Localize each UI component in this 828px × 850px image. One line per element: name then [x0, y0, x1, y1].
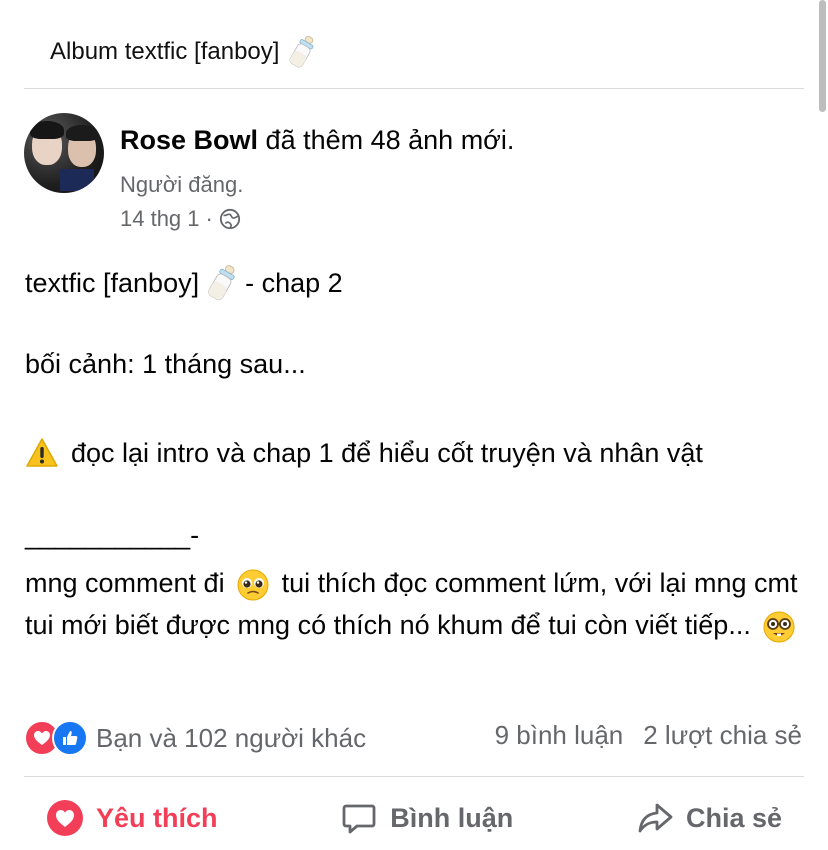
warning-icon — [26, 438, 58, 467]
baby-bottle-icon — [208, 265, 235, 301]
post-warning: đọc lại intro và chap 1 để hiểu cốt truy… — [71, 438, 703, 468]
comment-label: Bình luận — [390, 802, 514, 833]
separator-dot: · — [205, 206, 213, 231]
timestamp[interactable]: 14 thg 1 — [120, 206, 200, 232]
album-header[interactable]: Album textfic [fanboy] — [50, 34, 315, 70]
author-name[interactable]: Rose Bowl — [120, 125, 258, 155]
nerd-face-icon — [763, 611, 795, 643]
pleading-face-icon — [237, 569, 269, 601]
poster-label: Người đăng. — [120, 172, 244, 197]
engagement-stats: 9 bình luận 2 lượt chia sẻ — [495, 720, 802, 751]
comments-count[interactable]: 9 bình luận — [495, 720, 624, 751]
header-divider — [24, 88, 804, 89]
share-label: Chia sẻ — [685, 802, 782, 833]
post-cta-part1: mng comment đi — [25, 568, 225, 598]
post-setting: bối cảnh: 1 tháng sau... — [25, 349, 306, 379]
globe-icon — [219, 208, 240, 230]
avatar[interactable] — [24, 113, 104, 193]
reactions-summary[interactable]: Bạn và 102 người khác — [24, 720, 366, 756]
share-icon — [638, 803, 673, 833]
post-body-title-suffix: - chap 2 — [245, 268, 343, 298]
thumbs-up-reaction-icon — [52, 720, 88, 756]
post-title: Rose Bowl đã thêm 48 ảnh mới. — [120, 125, 514, 156]
actions-divider — [24, 776, 804, 777]
reactions-text: Bạn và 102 người khác — [96, 722, 367, 753]
post-action-text: đã thêm 48 ảnh mới. — [265, 125, 515, 155]
scrollbar[interactable] — [819, 0, 826, 112]
baby-bottle-icon — [289, 35, 314, 68]
comment-button[interactable]: Bình luận — [318, 799, 535, 837]
like-label: Yêu thích — [96, 802, 218, 833]
shares-count[interactable]: 2 lượt chia sẻ — [643, 720, 802, 751]
post-meta: 14 thg 1 · — [120, 206, 241, 232]
comment-icon — [342, 804, 376, 834]
post-title-line: textfic [fanboy] - chap 2 — [25, 262, 815, 304]
heart-icon — [47, 800, 83, 836]
post-warning-line: đọc lại intro và chap 1 để hiểu cốt truy… — [25, 432, 815, 474]
album-title: Album textfic [fanboy] — [50, 38, 280, 65]
post-cta: mng comment đi tui thích đọc comment lứm… — [25, 562, 815, 646]
action-bar: Yêu thích Bình luận Chia sẻ — [24, 795, 804, 841]
post-body-title: textfic [fanboy] — [25, 268, 200, 298]
post-separator: ___________- — [25, 520, 200, 550]
like-button[interactable]: Yêu thích — [24, 799, 240, 837]
share-button[interactable]: Chia sẻ — [614, 799, 804, 837]
